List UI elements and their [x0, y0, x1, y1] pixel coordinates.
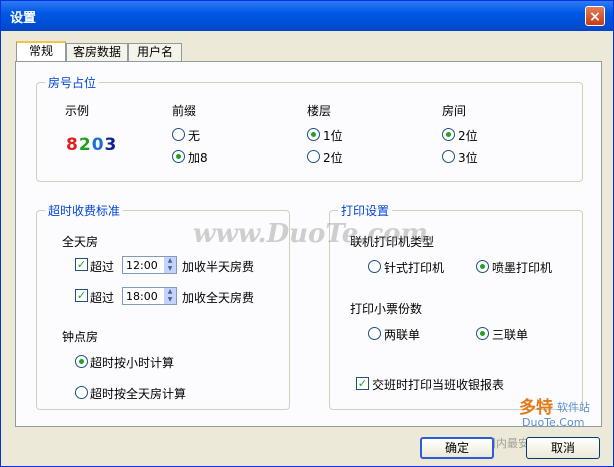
floor-1-label[interactable]: 1位: [323, 127, 343, 144]
watermark-logo-sub: 软件站: [557, 401, 590, 414]
hourly-by-hour-label[interactable]: 超时按小时计算: [90, 354, 174, 371]
time-value[interactable]: 18:00: [126, 290, 158, 303]
prefix-add8-label[interactable]: 加8: [188, 149, 208, 166]
prefix-none-label[interactable]: 无: [188, 127, 200, 144]
sample-label: 示例: [65, 104, 90, 118]
floor-2-label[interactable]: 2位: [323, 149, 343, 166]
room-label: 房间: [442, 104, 467, 118]
hourly-by-hour-radio[interactable]: [75, 355, 88, 368]
sample-digit: 2: [78, 135, 92, 155]
sample-room-number: 8203: [66, 135, 117, 155]
rule-1-action-label: 加收半天房费: [182, 260, 255, 274]
tab-general[interactable]: 常规: [16, 41, 66, 62]
hourly-by-day-radio[interactable]: [75, 386, 88, 399]
printer-dot-matrix-radio[interactable]: [368, 260, 381, 273]
tab-room-data[interactable]: 客房数据: [66, 43, 128, 61]
tab-username[interactable]: 用户名: [128, 43, 182, 61]
group-title: 打印设置: [338, 202, 393, 219]
watermark-logo: 多特: [519, 398, 553, 418]
time-value[interactable]: 12:00: [126, 259, 158, 272]
title-bar[interactable]: 设置 ×: [1, 1, 613, 31]
copies-label: 打印小票份数: [350, 302, 423, 316]
cancel-button[interactable]: 取消: [526, 437, 600, 459]
room-3-label[interactable]: 3位: [458, 149, 478, 166]
floor-2-radio[interactable]: [307, 150, 320, 163]
stepper-down-icon[interactable]: ▼: [164, 296, 176, 304]
sample-digit: 0: [91, 135, 105, 155]
rule-2-exceed-label[interactable]: 超过: [90, 289, 114, 306]
sample-digit: 8: [66, 135, 79, 155]
copies-three-label[interactable]: 三联单: [492, 326, 528, 343]
stepper-buttons: ▲ ▼: [164, 257, 176, 273]
stepper-up-icon[interactable]: ▲: [164, 257, 176, 265]
printer-dot-matrix-label[interactable]: 针式打印机: [384, 259, 444, 276]
time-stepper-2[interactable]: 18:00 ▲ ▼: [122, 287, 177, 305]
full-day-rule-2-checkbox[interactable]: ✓: [75, 289, 88, 302]
room-2-radio[interactable]: [442, 128, 455, 141]
floor-1-radio[interactable]: [307, 128, 320, 141]
close-button[interactable]: ×: [585, 6, 605, 26]
sample-digit: 3: [104, 135, 118, 155]
printer-inkjet-label[interactable]: 喷墨打印机: [492, 259, 552, 276]
rule-2-action-label: 加收全天房费: [182, 291, 255, 305]
copies-two-label[interactable]: 两联单: [384, 326, 420, 343]
full-day-label: 全天房: [62, 235, 99, 249]
prefix-add8-radio[interactable]: [172, 150, 185, 163]
stepper-down-icon[interactable]: ▼: [164, 265, 176, 273]
shift-report-label[interactable]: 交班时打印当班收银报表: [372, 376, 504, 393]
printer-inkjet-radio[interactable]: [476, 260, 489, 273]
settings-dialog: 设置 × 常规 客房数据 用户名 房号占位 示例 8203 前缀 无 加8 楼层…: [0, 0, 614, 467]
group-title: 超时收费标准: [45, 202, 124, 219]
prefix-label: 前缀: [172, 104, 197, 118]
watermark-text: www.DuoTe.com: [193, 219, 429, 249]
group-title: 房号占位: [45, 74, 100, 91]
ok-button[interactable]: 确定: [420, 437, 494, 459]
room-2-label[interactable]: 2位: [458, 127, 478, 144]
prefix-none-radio[interactable]: [172, 128, 185, 141]
watermark-logo-url: DuoTe.Com: [522, 416, 585, 429]
floor-label: 楼层: [307, 104, 332, 118]
hourly-label: 钟点房: [62, 330, 99, 344]
stepper-buttons: ▲ ▼: [164, 288, 176, 304]
time-stepper-1[interactable]: 12:00 ▲ ▼: [122, 256, 177, 274]
stepper-up-icon[interactable]: ▲: [164, 288, 176, 296]
copies-two-radio[interactable]: [368, 327, 381, 340]
full-day-rule-1-checkbox[interactable]: ✓: [75, 258, 88, 271]
window-title: 设置: [10, 11, 37, 26]
copies-three-radio[interactable]: [476, 327, 489, 340]
rule-1-exceed-label[interactable]: 超过: [90, 258, 114, 275]
room-3-radio[interactable]: [442, 150, 455, 163]
shift-report-checkbox[interactable]: ✓: [356, 377, 369, 390]
hourly-by-day-label[interactable]: 超时按全天房计算: [90, 385, 186, 402]
